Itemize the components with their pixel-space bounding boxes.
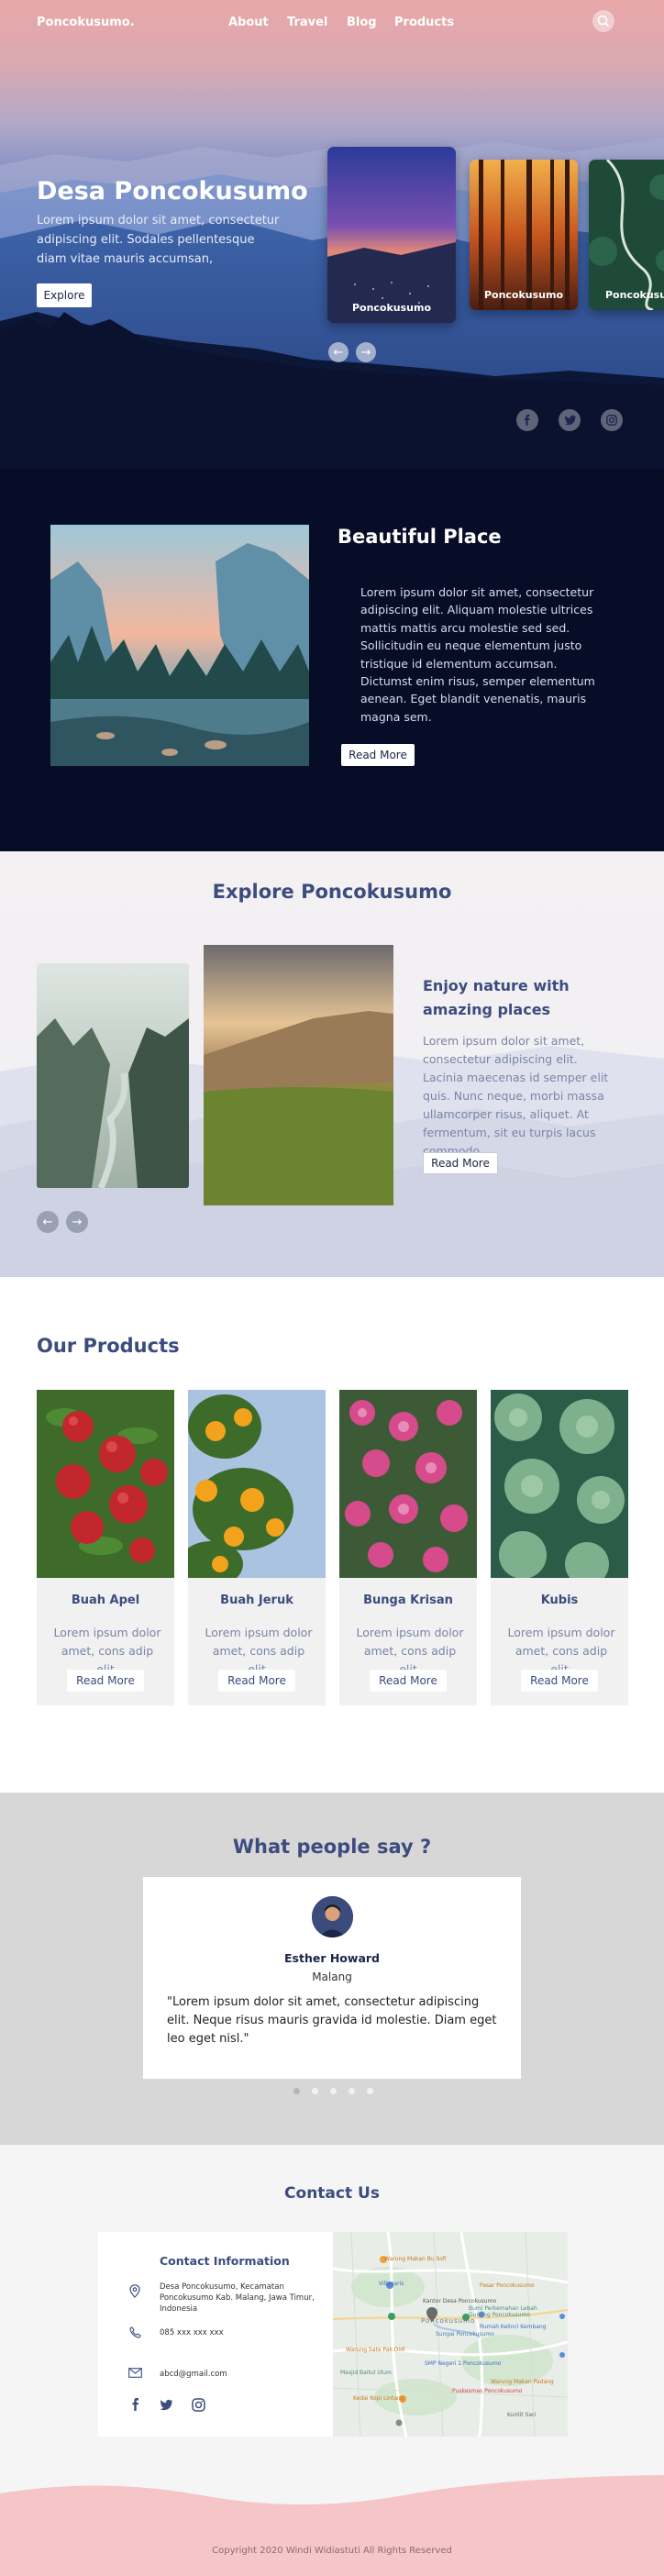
beautiful-place-image (50, 525, 309, 766)
map-label: Sungai Poncokusumo (436, 2331, 494, 2337)
product-card-apel: Buah Apel Lorem ipsum dolor amet, cons a… (37, 1390, 174, 1705)
location-map[interactable]: Warung Makan Bu Sofi Villagaris Kantor D… (333, 2232, 568, 2437)
testimonial-name: Esther Howard (284, 1951, 380, 1965)
explore-prev-button[interactable]: ← (37, 1211, 59, 1233)
beautiful-place-title: Beautiful Place (338, 526, 502, 548)
map-label: Rumah Kelinci Kembang (480, 2324, 547, 2330)
map-label: Villagaris (379, 2281, 404, 2287)
product-image-chrysanthemum (339, 1390, 477, 1578)
explore-next-button[interactable]: → (66, 1211, 88, 1233)
contact-phone[interactable]: 085 xxx xxx xxx (160, 2327, 315, 2338)
place-read-more-button[interactable]: Read More (341, 744, 415, 766)
hero-card-image (589, 160, 664, 310)
phone-icon (129, 2326, 141, 2338)
avatar (312, 1896, 353, 1938)
explore-title: Explore Poncokusumo (212, 881, 452, 903)
product-image-orange (188, 1390, 326, 1578)
product-image-apple (37, 1390, 174, 1578)
products-title: Our Products (37, 1335, 180, 1357)
map-label: Kuntit Sari (507, 2412, 537, 2418)
search-icon (597, 15, 610, 28)
carousel-dot-1[interactable] (293, 2088, 300, 2094)
copyright-text: Copyright 2020 Windi Widiastuti All Righ… (212, 2546, 452, 2556)
map-label: Kedai Kopi Lintang (353, 2395, 404, 2402)
hero-section: Poncokusumo. About Travel Blog Products … (0, 0, 664, 470)
hero-card-caption: Poncokusumo (483, 289, 564, 301)
carousel-dot-5[interactable] (367, 2088, 373, 2094)
beautiful-place-description: Lorem ipsum dolor sit amet, consectetur … (360, 585, 595, 724)
facebook-link[interactable] (516, 409, 538, 431)
hero-card-2[interactable]: Poncokusumo (470, 160, 578, 310)
nav-link-travel[interactable]: Travel (287, 16, 327, 29)
contact-email[interactable]: abcd@gmail.com (160, 2369, 315, 2380)
map-label: Puskesmas Poncokusumo (452, 2388, 523, 2394)
arrow-left-icon: ← (42, 1215, 53, 1229)
product-read-more-button[interactable]: Read More (370, 1670, 447, 1692)
carousel-dot-2[interactable] (312, 2088, 318, 2094)
map-label: Kantor Desa Poncokusumo (423, 2298, 497, 2304)
arrow-right-icon: → (360, 345, 371, 360)
product-card-krisan: Bunga Krisan Lorem ipsum dolor amet, con… (339, 1390, 477, 1705)
explore-image-forest (37, 963, 189, 1188)
product-image-cabbage (491, 1390, 628, 1578)
testimonial-title: What people say ? (232, 1836, 432, 1858)
explore-heading: Enjoy nature with amazing places (423, 977, 570, 1018)
facebook-icon[interactable] (131, 2398, 140, 2411)
product-name: Buah Apel (71, 1593, 140, 1607)
contact-info-heading: Contact Information (160, 2254, 290, 2268)
map-label: Poncokusumo (421, 2317, 476, 2325)
hero-card-image (327, 147, 456, 323)
carousel-dot-3[interactable] (330, 2088, 337, 2094)
testimonial-city: Malang (312, 1971, 352, 1983)
hero-card-1[interactable]: Poncokusumo (327, 147, 456, 323)
search-button[interactable] (592, 10, 614, 32)
twitter-link[interactable] (559, 409, 581, 431)
hero-card-image (470, 160, 578, 310)
instagram-link[interactable] (601, 409, 623, 431)
contact-address: Desa Poncokusumo, Kecamatan Poncokusumo … (160, 2282, 315, 2314)
mail-icon (128, 2368, 142, 2378)
carousel-dot-4[interactable] (349, 2088, 355, 2094)
product-name: Kubis (540, 1593, 579, 1607)
explore-button[interactable]: Explore (37, 283, 92, 307)
map-label: Warung Sate Pak Didi (346, 2347, 405, 2353)
map-label: Warung Makan Bu Sofi (384, 2256, 447, 2262)
location-icon (129, 2284, 140, 2298)
instagram-icon (606, 415, 617, 426)
hero-prev-button[interactable]: ← (328, 342, 349, 362)
hero-next-button[interactable]: → (356, 342, 376, 362)
instagram-icon[interactable] (192, 2398, 205, 2412)
product-name: Bunga Krisan (363, 1593, 453, 1607)
product-card-jeruk: Buah Jeruk Lorem ipsum dolor amet, cons … (188, 1390, 326, 1705)
hero-card-caption: Poncokusumo (605, 289, 664, 301)
product-read-more-button[interactable]: Read More (218, 1670, 295, 1692)
arrow-right-icon: → (72, 1215, 83, 1229)
map-label: Masjid Baitul Ulum (340, 2370, 392, 2376)
product-read-more-button[interactable]: Read More (67, 1670, 144, 1692)
nav-link-products[interactable]: Products (394, 16, 454, 29)
arrow-left-icon: ← (333, 345, 344, 360)
product-name: Buah Jeruk (220, 1593, 293, 1607)
explore-description: Lorem ipsum dolor sit amet, consectetur … (423, 1034, 609, 1158)
product-read-more-button[interactable]: Read More (521, 1670, 598, 1692)
nav-link-blog[interactable]: Blog (347, 16, 377, 29)
hero-description: Lorem ipsum dolor sit amet, consectetur … (37, 214, 280, 266)
facebook-icon (525, 415, 530, 426)
hero-card-caption: Poncokusumo (351, 302, 432, 314)
map-label: Warung Makan Padang (491, 2379, 554, 2385)
map-label: Pasar Poncokusumo (480, 2282, 535, 2289)
product-card-kubis: Kubis Lorem ipsum dolor amet, cons adip … (491, 1390, 628, 1705)
nav-link-about[interactable]: About (228, 16, 269, 29)
site-logo[interactable]: Poncokusumo. (37, 16, 135, 29)
map-label: Bumi Perkemahan Lebah Gunung Poncokusumo (469, 2305, 537, 2318)
contact-title: Contact Us (284, 2184, 380, 2203)
explore-image-meadow (204, 945, 393, 1205)
twitter-icon[interactable] (159, 2399, 173, 2411)
hero-card-3[interactable]: Poncokusumo (589, 160, 664, 310)
map-label: SMP Negeri 1 Poncokusumo (425, 2360, 502, 2367)
hero-title: Desa Poncokusumo (37, 177, 308, 205)
explore-read-more-button[interactable]: Read More (423, 1152, 498, 1174)
twitter-icon (564, 415, 576, 426)
testimonial-quote: "Lorem ipsum dolor sit amet, consectetur… (167, 1995, 497, 2046)
